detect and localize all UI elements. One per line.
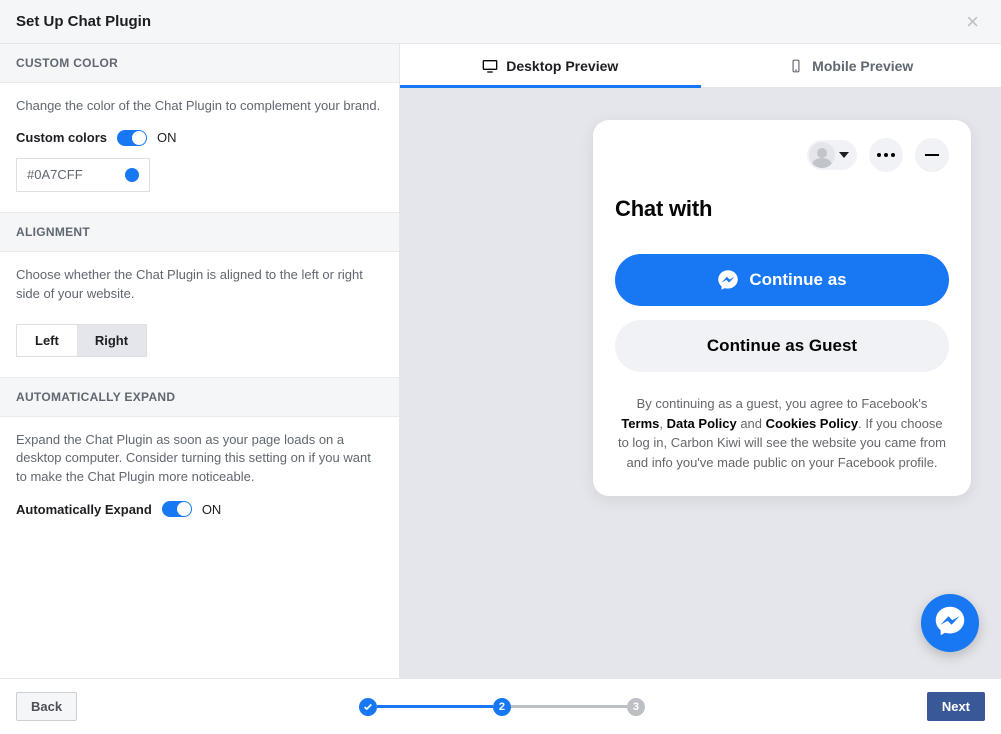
custom-color-heading: CUSTOM COLOR <box>0 44 399 83</box>
step-bar-2-3 <box>511 705 627 708</box>
color-swatch <box>125 168 139 182</box>
custom-colors-state: ON <box>157 130 177 145</box>
more-options-button[interactable] <box>869 138 903 172</box>
terms-link[interactable]: Terms <box>621 416 659 431</box>
preview-tabs: Desktop Preview Mobile Preview <box>400 44 1001 88</box>
custom-color-toggle-row: Custom colors ON <box>16 130 383 146</box>
custom-colors-toggle[interactable] <box>117 130 147 146</box>
custom-color-description: Change the color of the Chat Plugin to c… <box>16 97 383 116</box>
auto-expand-label: Automatically Expand <box>16 502 152 517</box>
minimize-icon <box>925 154 939 156</box>
tab-mobile-preview[interactable]: Mobile Preview <box>701 44 1001 87</box>
progress-stepper: 2 3 <box>359 698 645 716</box>
auto-expand-toggle[interactable] <box>162 501 192 517</box>
alignment-right-button[interactable]: Right <box>77 325 146 356</box>
continue-as-user-button[interactable]: Continue as <box>615 254 949 306</box>
step-3-dot: 3 <box>627 698 645 716</box>
custom-colors-label: Custom colors <box>16 130 107 145</box>
messenger-icon <box>934 605 966 642</box>
auto-expand-description: Expand the Chat Plugin as soon as your p… <box>16 431 383 488</box>
auto-expand-state: ON <box>202 502 222 517</box>
dialog-header: Set Up Chat Plugin × <box>0 0 1001 44</box>
desktop-icon <box>482 58 498 74</box>
cookies-policy-link[interactable]: Cookies Policy <box>766 416 858 431</box>
step-bar-1-2 <box>377 705 493 708</box>
back-button[interactable]: Back <box>16 692 77 721</box>
settings-sidebar: CUSTOM COLOR Change the color of the Cha… <box>0 44 400 678</box>
alignment-left-button[interactable]: Left <box>17 325 77 356</box>
alignment-segmented: Left Right <box>16 324 147 357</box>
continue-as-user-label: Continue as <box>749 270 846 290</box>
dialog-footer: Back 2 3 Next <box>0 678 1001 734</box>
messenger-icon <box>717 269 739 291</box>
check-icon <box>363 702 373 712</box>
custom-color-section: Change the color of the Chat Plugin to c… <box>0 83 399 212</box>
tab-desktop-preview[interactable]: Desktop Preview <box>400 44 701 87</box>
close-button[interactable]: × <box>960 7 985 37</box>
dialog-title: Set Up Chat Plugin <box>16 13 151 30</box>
auto-expand-toggle-row: Automatically Expand ON <box>16 501 383 517</box>
color-value: #0A7CFF <box>27 167 117 182</box>
avatar-icon <box>809 142 835 168</box>
auto-expand-section: Expand the Chat Plugin as soon as your p… <box>0 417 399 538</box>
chevron-down-icon <box>839 152 849 158</box>
continue-as-guest-button[interactable]: Continue as Guest <box>615 320 949 372</box>
alignment-section: Choose whether the Chat Plugin is aligne… <box>0 252 399 377</box>
chat-card: Chat with Continue as Continue as Guest … <box>593 120 971 496</box>
minimize-button[interactable] <box>915 138 949 172</box>
continue-as-guest-label: Continue as Guest <box>707 336 857 356</box>
alignment-description: Choose whether the Chat Plugin is aligne… <box>16 266 383 304</box>
dialog-body: CUSTOM COLOR Change the color of the Cha… <box>0 44 1001 678</box>
avatar-dropdown[interactable] <box>807 140 857 170</box>
step-2-dot: 2 <box>493 698 511 716</box>
next-button[interactable]: Next <box>927 692 985 721</box>
alignment-heading: ALIGNMENT <box>0 212 399 252</box>
chat-title: Chat with <box>615 196 949 222</box>
messenger-fab[interactable] <box>921 594 979 652</box>
preview-area: Chat with Continue as Continue as Guest … <box>400 88 1001 678</box>
chat-card-buttons <box>615 138 949 172</box>
tab-mobile-label: Mobile Preview <box>812 58 913 74</box>
preview-pane: Desktop Preview Mobile Preview <box>400 44 1001 678</box>
tab-desktop-label: Desktop Preview <box>506 58 618 74</box>
step-1-dot <box>359 698 377 716</box>
auto-expand-heading: AUTOMATICALLY EXPAND <box>0 377 399 417</box>
data-policy-link[interactable]: Data Policy <box>667 416 737 431</box>
fineprint: By continuing as a guest, you agree to F… <box>615 394 949 472</box>
mobile-icon <box>788 58 804 74</box>
color-input[interactable]: #0A7CFF <box>16 158 150 192</box>
